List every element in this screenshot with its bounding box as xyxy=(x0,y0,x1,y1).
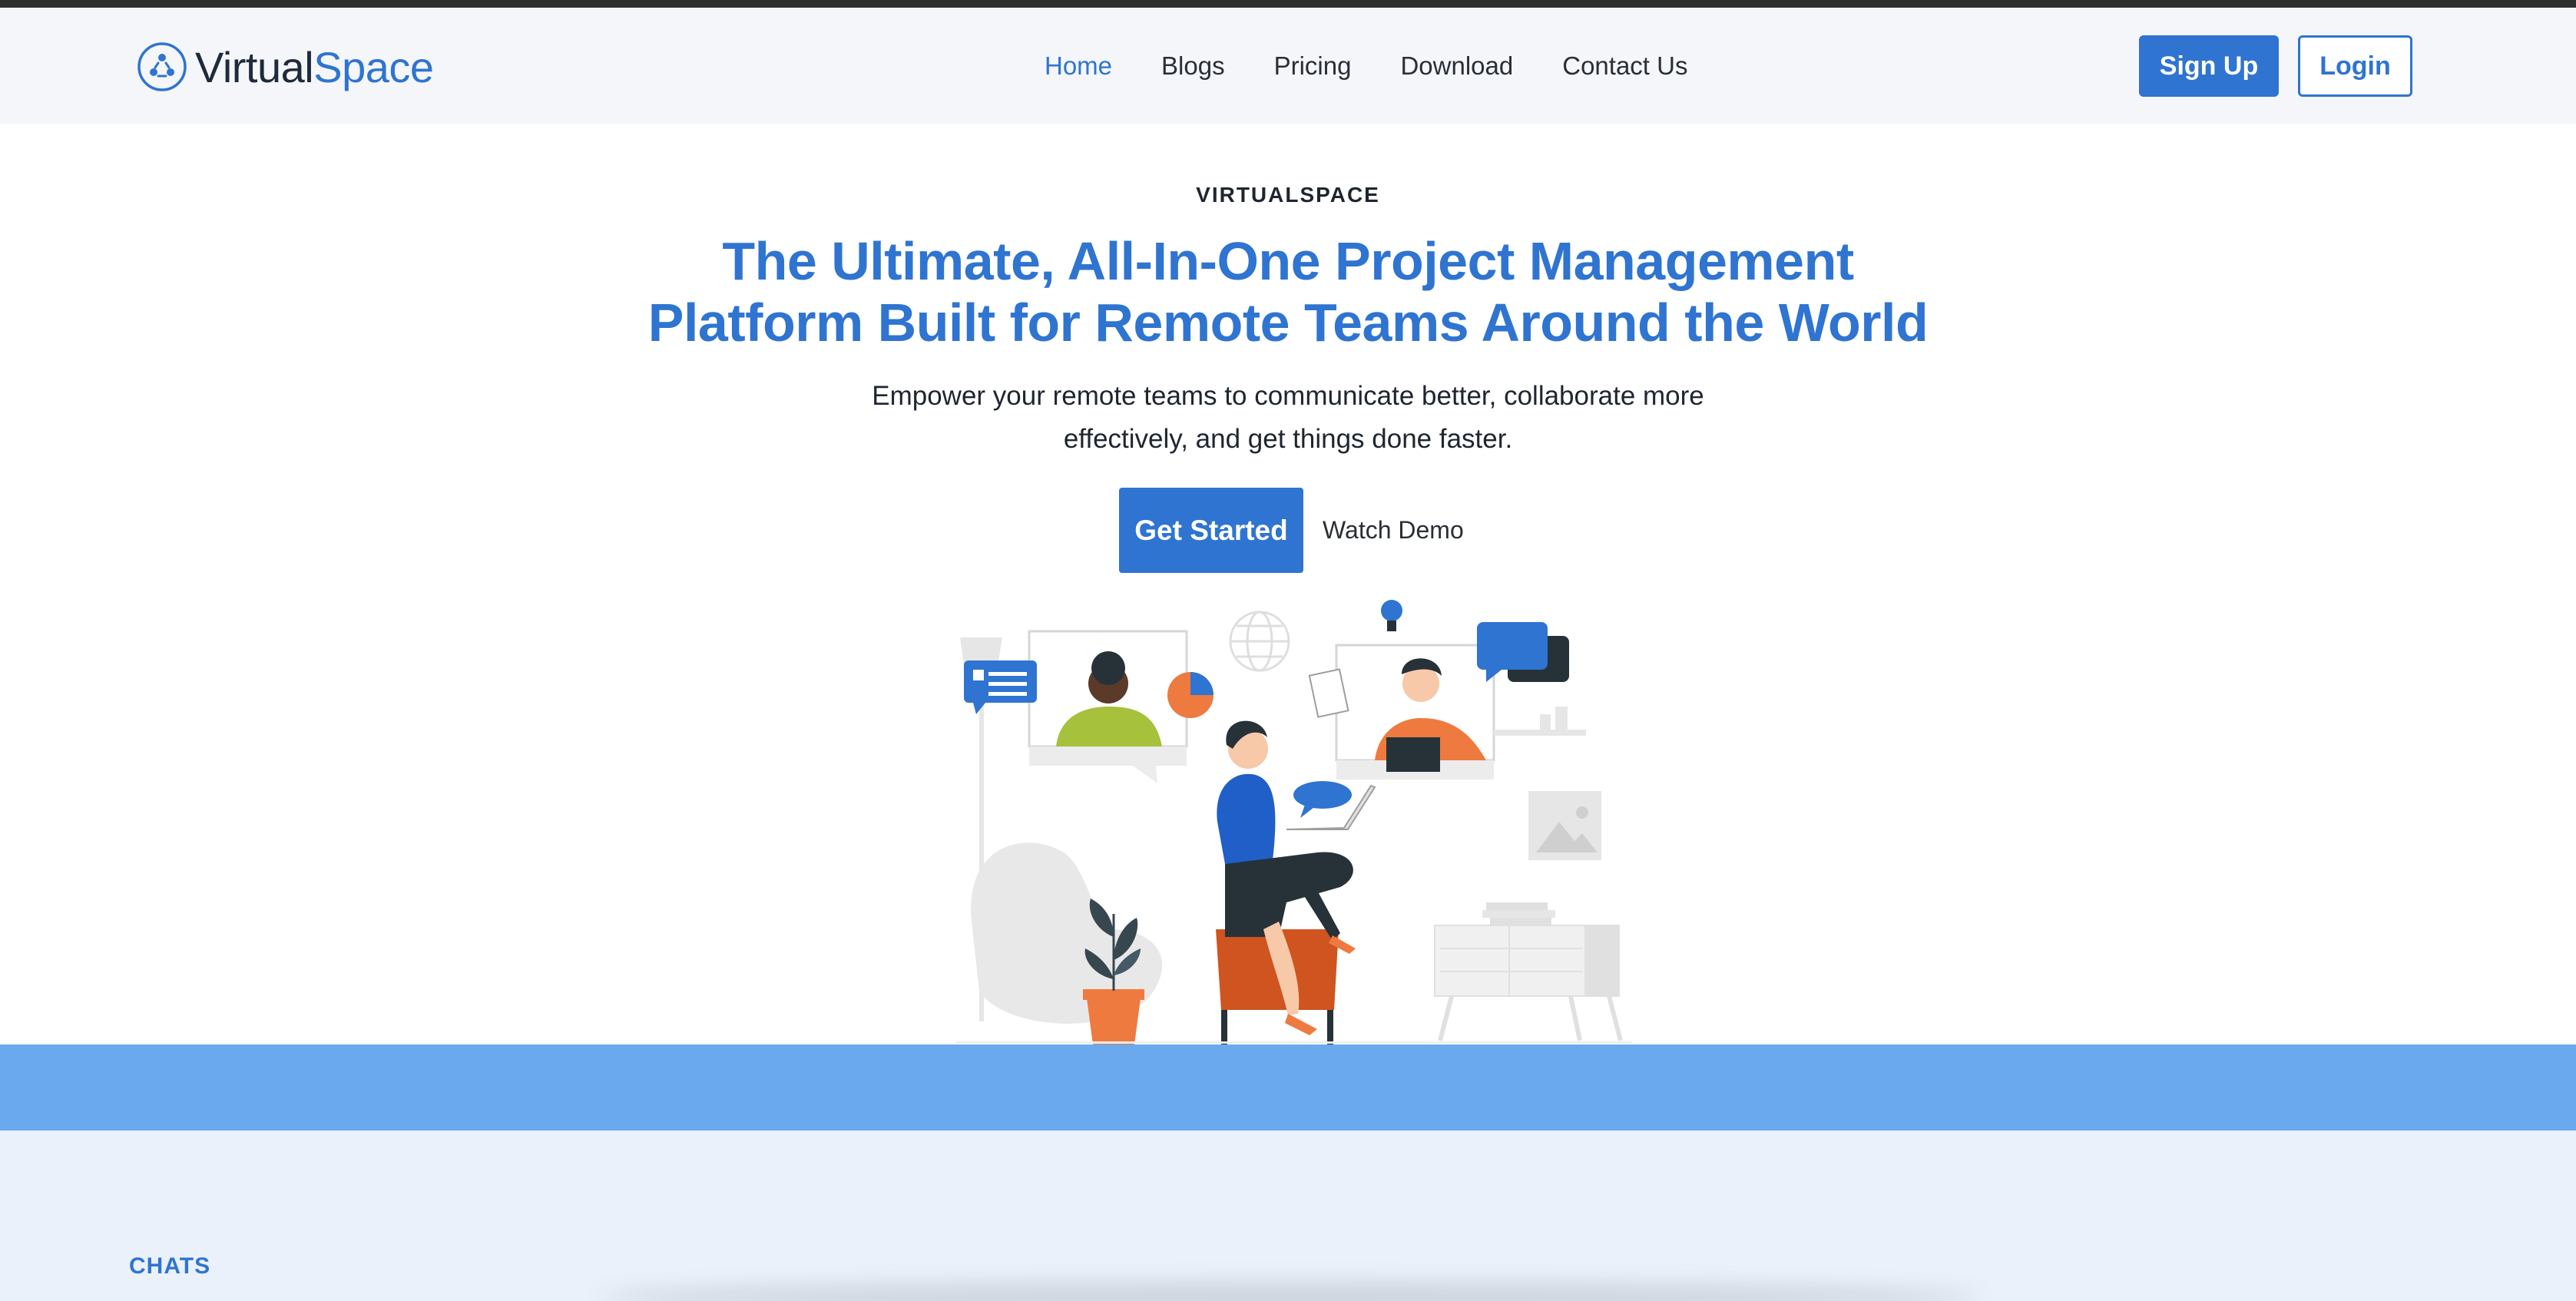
brand-logo[interactable]: VirtualSpace xyxy=(137,40,434,94)
nav-pricing[interactable]: Pricing xyxy=(1274,51,1352,81)
nav-contact-us[interactable]: Contact Us xyxy=(1562,51,1687,81)
get-started-button[interactable]: Get Started xyxy=(1119,488,1303,573)
logo-text-space: Space xyxy=(313,42,434,91)
hero-subtext-line1: Empower your remote teams to communicate… xyxy=(872,381,1704,411)
video-call-frame-left xyxy=(1028,630,1188,783)
chat-bubbles-shape xyxy=(1477,622,1569,682)
hero-headline: The Ultimate, All-In-One Project Managem… xyxy=(520,230,2056,353)
hero-illustration xyxy=(956,600,1632,1044)
nav-download[interactable]: Download xyxy=(1400,51,1513,81)
picture-frame-shape xyxy=(1528,791,1601,860)
sign-up-button[interactable]: Sign Up xyxy=(2139,35,2279,97)
speech-bubble-shape xyxy=(1293,781,1352,818)
hero-eyebrow: VIRTUALSPACE xyxy=(1196,183,1380,207)
nav-home[interactable]: Home xyxy=(1045,51,1112,81)
checklist-bubble-shape xyxy=(964,660,1037,714)
lightbulb-shape xyxy=(1381,600,1402,631)
site-header: VirtualSpace Home Blogs Pricing Download… xyxy=(0,8,2576,124)
watch-demo-link[interactable]: Watch Demo xyxy=(1323,488,1464,573)
main-nav: Home Blogs Pricing Download Contact Us xyxy=(1045,8,1687,124)
nav-blogs[interactable]: Blogs xyxy=(1161,51,1225,81)
hero-headline-line2: Platform Built for Remote Teams Around t… xyxy=(647,293,1929,353)
login-button[interactable]: Login xyxy=(2298,35,2412,97)
logo-icon xyxy=(137,42,187,91)
logo-text: VirtualSpace xyxy=(195,42,434,92)
globe-shape xyxy=(1229,611,1290,672)
chats-section xyxy=(0,1131,2576,1301)
hero-headline-line1: The Ultimate, All-In-One Project Managem… xyxy=(722,231,1854,291)
page: VirtualSpace Home Blogs Pricing Download… xyxy=(0,8,2576,1301)
chats-section-label: CHATS xyxy=(129,1253,211,1279)
pie-chart-shape xyxy=(1167,672,1214,718)
hero-subtext-line2: effectively, and get things done faster. xyxy=(1063,424,1513,454)
logo-text-virtual: Virtual xyxy=(195,42,314,91)
video-call-frame-right xyxy=(1335,644,1495,780)
shelf-shape xyxy=(1494,707,1586,736)
cabinet-shape xyxy=(1434,902,1623,1041)
hero-subtext: Empower your remote teams to communicate… xyxy=(827,375,1749,461)
section-divider-band xyxy=(0,1044,2576,1131)
